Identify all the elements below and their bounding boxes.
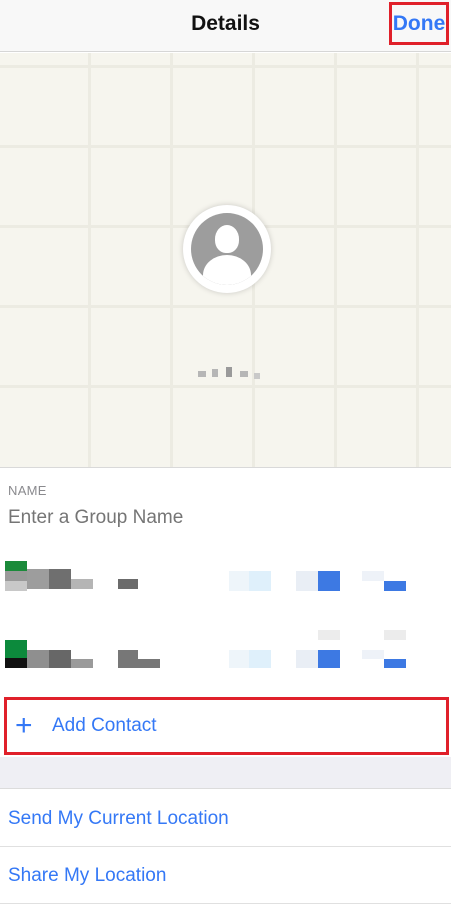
page-title: Details <box>191 12 260 35</box>
map-view[interactable] <box>0 53 451 468</box>
avatar[interactable] <box>183 205 271 293</box>
send-current-location-label: Send My Current Location <box>8 808 229 829</box>
done-button[interactable]: Done <box>389 2 449 45</box>
send-current-location-button[interactable]: Send My Current Location <box>0 790 451 847</box>
group-name-input[interactable] <box>8 507 428 529</box>
plus-icon: + <box>15 709 33 742</box>
person-icon <box>191 213 263 285</box>
section-separator <box>0 757 451 789</box>
group-name-section: NAME <box>0 469 451 539</box>
share-location-button[interactable]: Share My Location <box>0 847 451 904</box>
contact-row[interactable] <box>0 620 451 700</box>
contact-row[interactable] <box>0 540 451 620</box>
add-contact-button[interactable]: + Add Contact <box>4 697 449 755</box>
share-location-label: Share My Location <box>8 865 167 886</box>
add-contact-label: Add Contact <box>52 715 157 736</box>
avatar-caption-blurred <box>196 365 276 379</box>
nav-bar: Details Done <box>0 0 451 52</box>
name-label: NAME <box>8 483 47 498</box>
